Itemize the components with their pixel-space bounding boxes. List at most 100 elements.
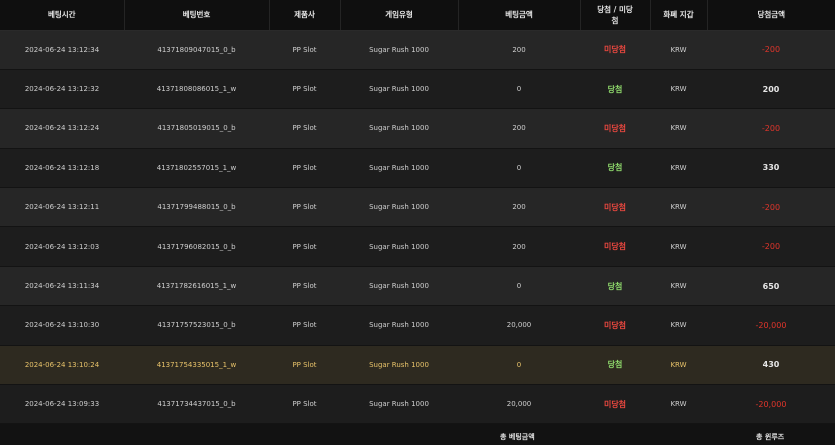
cell-bet-amount: 0: [458, 69, 580, 110]
col-header-provider[interactable]: 제품사: [269, 0, 341, 31]
cell-result: 당첨: [580, 148, 650, 189]
cell-result: 미당첨: [580, 30, 650, 70]
cell-bet-number: 41371734437015_0_b: [124, 384, 269, 425]
cell-provider: PP Slot: [269, 266, 340, 307]
cell-win-amount: -200: [707, 108, 835, 149]
cell-bet-number: 41371802557015_1_w: [124, 148, 269, 189]
cell-bet-time: 2024-06-24 13:10:24: [0, 345, 124, 386]
cell-bet-time: 2024-06-24 13:12:18: [0, 148, 124, 189]
table-row[interactable]: 2024-06-24 13:12:24 41371805019015_0_b PP …: [0, 108, 835, 149]
col-header-game-type[interactable]: 게임유형: [340, 0, 459, 31]
cell-bet-number: 41371757523015_0_b: [124, 305, 269, 346]
cell-bet-amount: 20,000: [458, 305, 580, 346]
table-row[interactable]: 2024-06-24 13:11:34 41371782616015_1_w PP …: [0, 266, 835, 307]
cell-bet-time: 2024-06-24 13:12:32: [0, 69, 124, 110]
bet-history-table: 베팅시간 베팅번호 제품사 게임유형 베팅금액 당첨 / 미당첨 화폐 지갑 당…: [0, 0, 835, 425]
cell-bet-amount: 0: [458, 148, 580, 189]
cell-game-type: Sugar Rush 1000: [340, 305, 458, 346]
col-header-result-label: 당첨 / 미당첨: [597, 4, 633, 25]
cell-bet-number: 41371809047015_0_b: [124, 30, 269, 70]
cell-result: 미당첨: [580, 108, 650, 149]
cell-result: 당첨: [580, 69, 650, 110]
cell-provider: PP Slot: [269, 69, 340, 110]
cell-provider: PP Slot: [269, 187, 340, 228]
cell-game-type: Sugar Rush 1000: [340, 266, 458, 307]
cell-bet-amount: 200: [458, 30, 580, 70]
cell-bet-number: 41371796082015_0_b: [124, 226, 269, 267]
table-row[interactable]: 2024-06-24 13:10:30 41371757523015_0_b PP …: [0, 305, 835, 346]
cell-currency: KRW: [650, 345, 707, 386]
cell-win-amount: -20,000: [707, 305, 835, 346]
cell-win-amount: -200: [707, 226, 835, 267]
cell-currency: KRW: [650, 384, 707, 425]
cell-bet-time: 2024-06-24 13:12:03: [0, 226, 124, 267]
cell-game-type: Sugar Rush 1000: [340, 148, 458, 189]
col-header-win-amount[interactable]: 당첨금액: [707, 0, 835, 31]
cell-currency: KRW: [650, 226, 707, 267]
cell-game-type: Sugar Rush 1000: [340, 345, 458, 386]
cell-bet-time: 2024-06-24 13:09:33: [0, 384, 124, 425]
cell-win-amount: -200: [707, 30, 835, 70]
cell-provider: PP Slot: [269, 108, 340, 149]
col-header-result[interactable]: 당첨 / 미당첨: [580, 0, 651, 31]
cell-provider: PP Slot: [269, 384, 340, 425]
cell-currency: KRW: [650, 187, 707, 228]
cell-provider: PP Slot: [269, 345, 340, 386]
bet-history-panel: 베팅시간 베팅번호 제품사 게임유형 베팅금액 당첨 / 미당첨 화폐 지갑 당…: [0, 0, 835, 445]
cell-provider: PP Slot: [269, 305, 340, 346]
cell-bet-time: 2024-06-24 13:12:11: [0, 187, 124, 228]
cell-result: 당첨: [580, 266, 650, 307]
cell-win-amount: 200: [707, 69, 835, 110]
cell-provider: PP Slot: [269, 226, 340, 267]
col-header-currency[interactable]: 화폐 지갑: [650, 0, 708, 31]
cell-bet-amount: 0: [458, 345, 580, 386]
cell-provider: PP Slot: [269, 148, 340, 189]
table-row[interactable]: 2024-06-24 13:12:34 41371809047015_0_b PP …: [0, 30, 835, 70]
cell-bet-amount: 0: [458, 266, 580, 307]
cell-currency: KRW: [650, 108, 707, 149]
cell-win-amount: -20,000: [707, 384, 835, 425]
table-row[interactable]: 2024-06-24 13:12:18 41371802557015_1_w PP …: [0, 148, 835, 189]
cell-bet-time: 2024-06-24 13:10:30: [0, 305, 124, 346]
cell-result: 미당첨: [580, 384, 650, 425]
cell-bet-amount: 20,000: [458, 384, 580, 425]
table-row[interactable]: 2024-06-24 13:09:33 41371734437015_0_b PP …: [0, 384, 835, 425]
cell-win-amount: 330: [707, 148, 835, 189]
cell-bet-number: 41371805019015_0_b: [124, 108, 269, 149]
total-winloss-label: 총 윈루즈: [756, 433, 785, 441]
cell-provider: PP Slot: [269, 30, 340, 70]
table-row[interactable]: 2024-06-24 13:10:24 41371754335015_1_w PP …: [0, 345, 835, 386]
cell-game-type: Sugar Rush 1000: [340, 108, 458, 149]
cell-currency: KRW: [650, 30, 707, 70]
cell-bet-time: 2024-06-24 13:12:24: [0, 108, 124, 149]
cell-result: 미당첨: [580, 187, 650, 228]
cell-game-type: Sugar Rush 1000: [340, 69, 458, 110]
cell-currency: KRW: [650, 69, 707, 110]
cell-win-amount: -200: [707, 187, 835, 228]
col-header-bet-number[interactable]: 베팅번호: [124, 0, 270, 31]
cell-bet-time: 2024-06-24 13:11:34: [0, 266, 124, 307]
cell-currency: KRW: [650, 266, 707, 307]
cell-bet-amount: 200: [458, 108, 580, 149]
cell-bet-number: 41371782616015_1_w: [124, 266, 269, 307]
cell-win-amount: 650: [707, 266, 835, 307]
cell-bet-number: 41371799488015_0_b: [124, 187, 269, 228]
col-header-bet-amount[interactable]: 베팅금액: [458, 0, 581, 31]
cell-result: 미당첨: [580, 305, 650, 346]
table-row[interactable]: 2024-06-24 13:12:03 41371796082015_0_b PP …: [0, 226, 835, 267]
cell-bet-number: 41371808086015_1_w: [124, 69, 269, 110]
cell-game-type: Sugar Rush 1000: [340, 187, 458, 228]
col-header-bet-time[interactable]: 베팅시간: [0, 0, 125, 31]
cell-win-amount: 430: [707, 345, 835, 386]
table-body: 2024-06-24 13:12:34 41371809047015_0_b PP …: [0, 30, 835, 425]
cell-currency: KRW: [650, 305, 707, 346]
totals-footer: 총 베팅금액 총 윈루즈: [0, 424, 835, 445]
cell-currency: KRW: [650, 148, 707, 189]
total-bet-label: 총 베팅금액: [500, 433, 535, 441]
cell-bet-number: 41371754335015_1_w: [124, 345, 269, 386]
cell-game-type: Sugar Rush 1000: [340, 384, 458, 425]
cell-bet-amount: 200: [458, 187, 580, 228]
cell-game-type: Sugar Rush 1000: [340, 226, 458, 267]
table-row[interactable]: 2024-06-24 13:12:11 41371799488015_0_b PP …: [0, 187, 835, 228]
table-row[interactable]: 2024-06-24 13:12:32 41371808086015_1_w PP …: [0, 69, 835, 110]
